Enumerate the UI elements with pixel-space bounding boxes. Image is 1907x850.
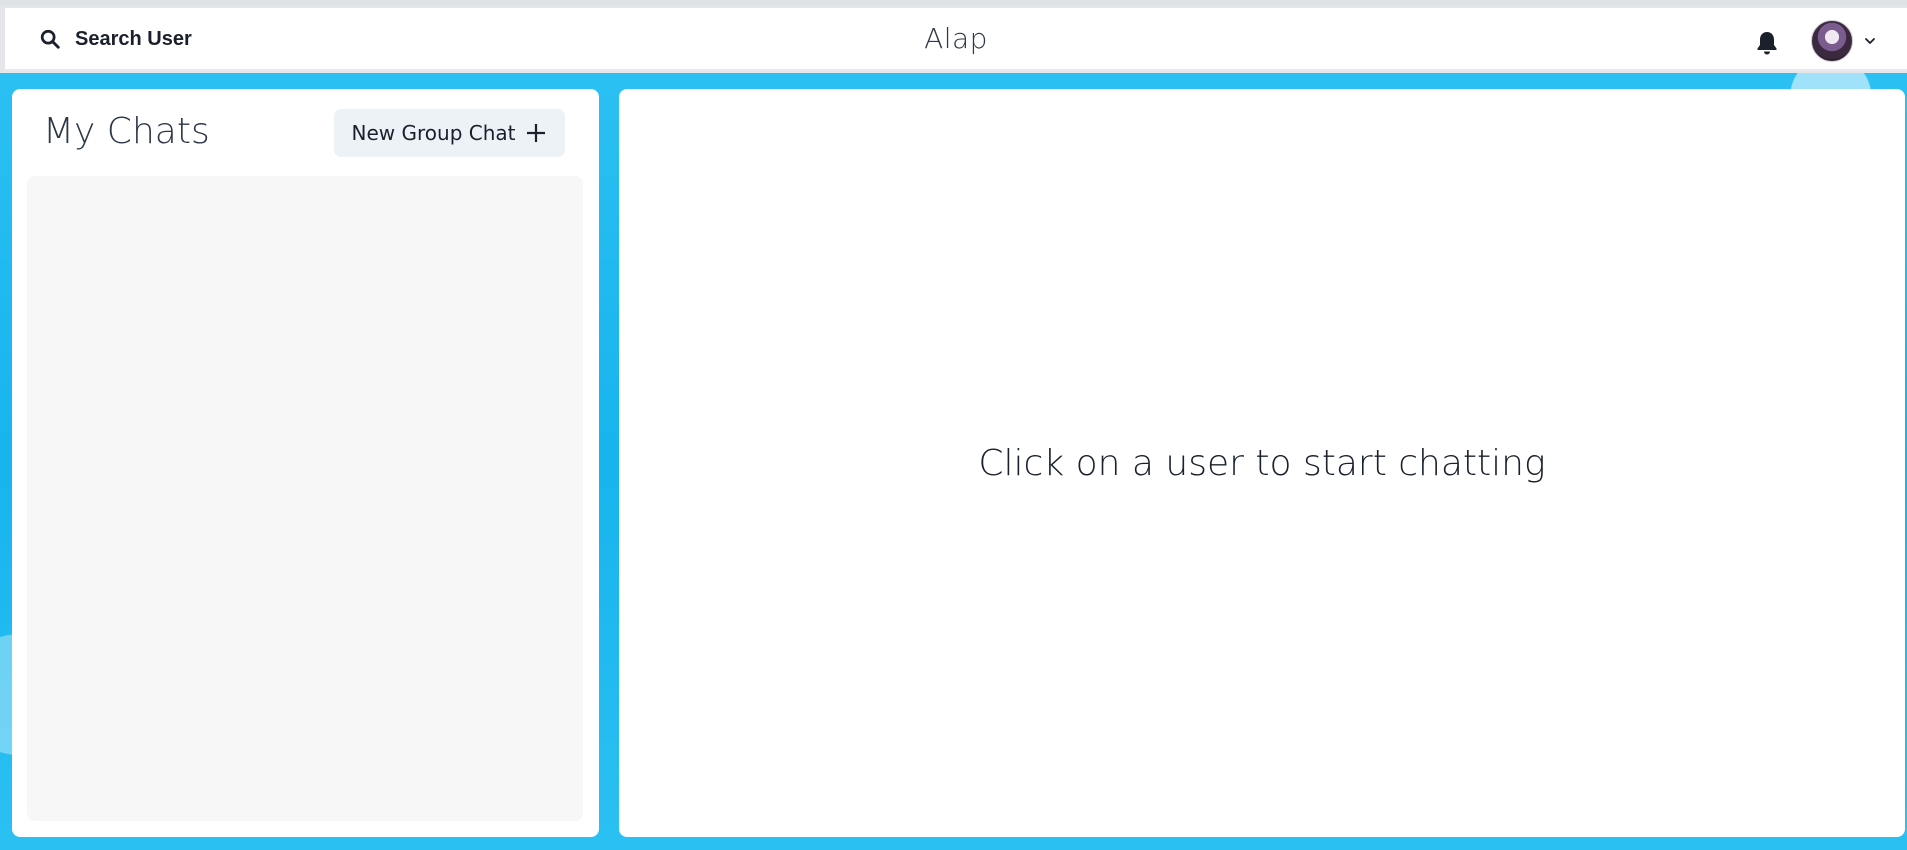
- chat-list[interactable]: [27, 176, 583, 821]
- avatar: [1811, 20, 1853, 62]
- plus-icon: [527, 124, 546, 142]
- chevron-down-icon: [1865, 38, 1875, 44]
- chat-placeholder-text: Click on a user to start chatting: [978, 442, 1546, 484]
- profile-menu-button[interactable]: [1811, 18, 1887, 64]
- bell-icon[interactable]: [1755, 30, 1779, 56]
- my-chats-panel: My Chats New Group Chat: [12, 89, 599, 837]
- my-chats-title: My Chats: [43, 111, 210, 152]
- bottom-strip: [0, 841, 1907, 850]
- new-group-chat-button[interactable]: New Group Chat: [334, 109, 565, 157]
- window-top-strip: [0, 0, 1907, 6]
- top-navbar: Search User Alap: [5, 8, 1907, 71]
- new-group-chat-label: New Group Chat: [351, 121, 516, 145]
- chat-box: Click on a user to start chatting: [619, 89, 1905, 837]
- app-title: Alap: [924, 22, 988, 55]
